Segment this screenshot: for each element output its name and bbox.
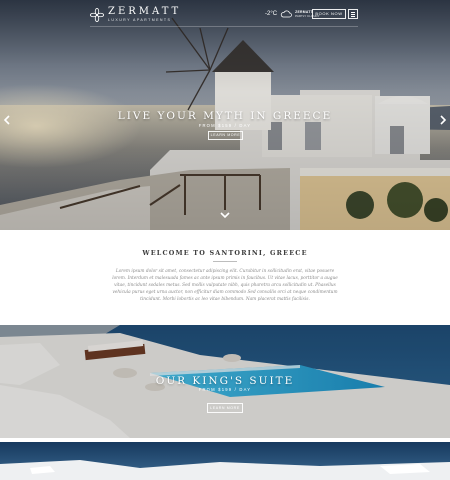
book-now-button[interactable]: BOOK NOW [312,9,346,19]
hero-price: FROM $159 / DAY [198,123,252,128]
brand-tagline: LUXURY APARTMENTS [108,18,172,22]
title-divider [213,261,237,262]
hero-title: LIVE YOUR MYTH IN GREECE [117,110,333,122]
suite-title: OUR KING'S SUITE [155,375,295,387]
header-divider [90,26,358,27]
hero-slider: ZERMATT LUXURY APARTMENTS -2°C ZERMATT P… [0,0,450,230]
chevron-down-icon[interactable] [220,211,230,219]
welcome-section: WELCOME TO SANTORINI, GREECE Lorem ipsum… [0,230,450,325]
cloud-icon [280,10,292,18]
welcome-description: Lorem ipsum dolor sit amet, consectetur … [112,269,338,302]
suite-learn-more-button[interactable]: LEARN MORE [207,403,243,413]
brand-logo[interactable]: ZERMATT LUXURY APARTMENTS [90,7,181,23]
suite-price: FROM $199 / DAY [198,387,252,392]
suite-banner: OUR KING'S SUITE FROM $199 / DAY LEARN M… [0,325,450,438]
next-section-preview [0,442,450,480]
welcome-title: WELCOME TO SANTORINI, GREECE [142,249,308,257]
menu-button[interactable] [348,9,358,19]
brand-name: ZERMATT [108,6,182,17]
flower-logo-icon [90,8,104,22]
menu-icon-line [351,14,355,15]
menu-icon [351,12,355,13]
menu-icon-line [351,16,355,17]
top-navigation: ZERMATT LUXURY APARTMENTS -2°C ZERMATT P… [0,0,450,30]
next-background-image [0,442,450,480]
weather-temperature: -2°C [265,11,278,17]
hero-learn-more-button[interactable]: LEARN MORE [208,131,243,140]
